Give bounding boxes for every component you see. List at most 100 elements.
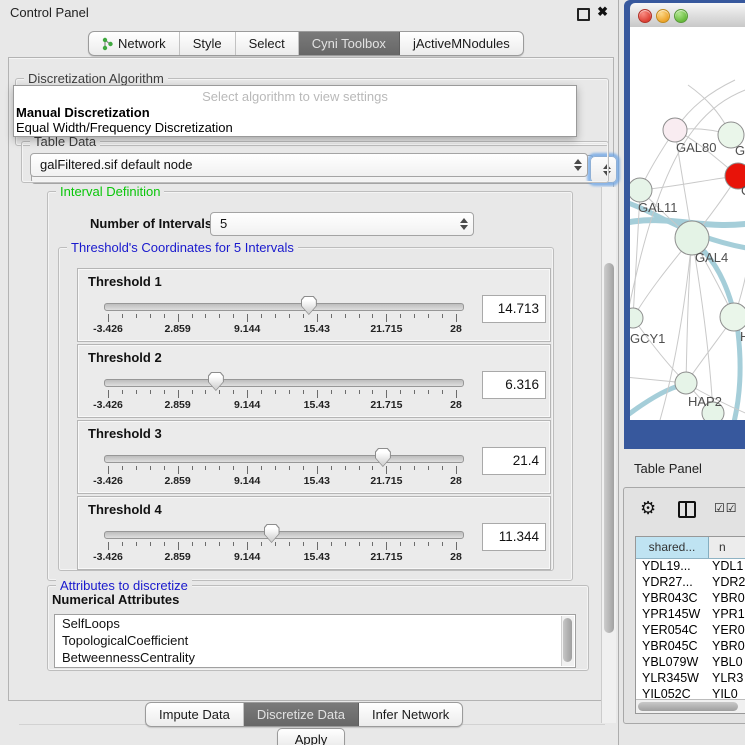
slider-track[interactable] xyxy=(104,531,464,539)
tab-network[interactable]: Network xyxy=(89,32,180,55)
cell-name[interactable]: YDL1 xyxy=(708,559,745,575)
tick-mark xyxy=(442,390,443,394)
tick-mark xyxy=(400,314,401,318)
group-title: Threshold's Coordinates for 5 Intervals xyxy=(67,240,298,255)
network-node[interactable] xyxy=(630,308,643,328)
cell-name[interactable]: YDR2 xyxy=(708,575,745,591)
minimize-traffic-light-icon[interactable] xyxy=(656,9,670,23)
cell-shared-name[interactable]: YBR045C xyxy=(636,639,708,655)
tick-mark xyxy=(289,542,290,546)
tick-mark xyxy=(331,390,332,394)
tick-mark xyxy=(456,466,457,474)
dropdown-hint-item: Select algorithm to view settings xyxy=(14,89,576,104)
table-row[interactable]: YER054CYER0 xyxy=(636,623,745,639)
cell-name[interactable]: YLR3 xyxy=(708,671,745,687)
slider-thumb[interactable] xyxy=(264,524,280,543)
threshold-value[interactable]: 6.316 xyxy=(482,371,546,399)
float-window-icon[interactable] xyxy=(577,8,590,21)
cell-shared-name[interactable]: YBR043C xyxy=(636,591,708,607)
cell-name[interactable]: YER0 xyxy=(708,623,745,639)
tick-mark xyxy=(400,466,401,470)
tick-mark xyxy=(414,314,415,318)
tick-mark xyxy=(345,466,346,470)
tab-select[interactable]: Select xyxy=(236,32,299,55)
tab-discretize-data[interactable]: Discretize Data xyxy=(244,703,359,726)
tick-mark xyxy=(331,466,332,470)
tick-label: 9.144 xyxy=(234,323,260,335)
tick-mark xyxy=(247,542,248,550)
table-row[interactable]: YLR345WYLR3 xyxy=(636,671,745,687)
table-row[interactable]: YBR045CYBR0 xyxy=(636,639,745,655)
table-row[interactable]: YPR145WYPR1 xyxy=(636,607,745,623)
apply-button[interactable]: Apply xyxy=(277,728,345,745)
cell-shared-name[interactable]: YDR27... xyxy=(636,575,708,591)
node-label: GCY1 xyxy=(630,331,665,346)
tick-mark xyxy=(178,466,179,474)
table-row[interactable]: YDR27...YDR2 xyxy=(636,575,745,591)
network-icon xyxy=(102,37,113,51)
cell-name[interactable]: YPR1 xyxy=(708,607,745,623)
slider-track[interactable] xyxy=(104,455,464,463)
column-header-shared-name[interactable]: shared... xyxy=(636,537,709,558)
attribute-item[interactable]: SelfLoops xyxy=(55,615,575,632)
network-node[interactable] xyxy=(630,178,652,202)
column-header-name[interactable]: n xyxy=(709,537,745,558)
cell-shared-name[interactable]: YPR145W xyxy=(636,607,708,623)
tab-jactivemnodules[interactable]: jActiveMNodules xyxy=(400,32,523,55)
tab-style[interactable]: Style xyxy=(180,32,236,55)
network-node[interactable] xyxy=(720,303,745,331)
gear-icon[interactable]: ⚙ xyxy=(640,498,656,519)
network-window-titlebar[interactable] xyxy=(630,3,745,28)
tick-mark xyxy=(108,542,109,550)
settings-scrollbar[interactable] xyxy=(601,187,616,723)
tick-mark xyxy=(136,390,137,394)
cell-name[interactable]: YBR0 xyxy=(708,591,745,607)
tick-mark xyxy=(164,314,165,318)
threshold-value[interactable]: 21.4 xyxy=(482,447,546,475)
cell-shared-name[interactable]: YDL19... xyxy=(636,559,708,575)
attribute-item[interactable]: BetweennessCentrality xyxy=(55,649,575,666)
scrollbar-thumb[interactable] xyxy=(604,263,614,633)
split-columns-icon[interactable] xyxy=(678,501,696,518)
zoom-traffic-light-icon[interactable] xyxy=(674,9,688,23)
dropdown-option-manual[interactable]: Manual Discretization xyxy=(16,105,574,120)
scrollbar-thumb[interactable] xyxy=(563,618,572,662)
number-of-intervals-combobox[interactable]: 5 xyxy=(210,212,474,236)
tick-mark xyxy=(108,314,109,322)
cell-name[interactable]: YBR0 xyxy=(708,639,745,655)
threshold-value[interactable]: 14.713 xyxy=(482,295,546,323)
tab-impute-data[interactable]: Impute Data xyxy=(146,703,244,726)
table-data-combobox[interactable]: galFiltered.sif default node xyxy=(30,153,588,177)
network-node[interactable] xyxy=(663,118,687,142)
table-row[interactable]: YBR043CYBR0 xyxy=(636,591,745,607)
tick-mark xyxy=(150,542,151,546)
threshold-value[interactable]: 11.344 xyxy=(482,523,546,551)
attributes-list-scrollbar[interactable] xyxy=(561,616,574,666)
slider-thumb[interactable] xyxy=(375,448,391,467)
scrollbar-thumb[interactable] xyxy=(638,702,738,711)
slider-thumb[interactable] xyxy=(301,296,317,315)
slider-thumb[interactable] xyxy=(208,372,224,391)
slider-track[interactable] xyxy=(104,303,464,311)
cell-shared-name[interactable]: YLR345W xyxy=(636,671,708,687)
cell-name[interactable]: YBL0 xyxy=(708,655,745,671)
dropdown-option-equal-width[interactable]: Equal Width/Frequency Discretization xyxy=(16,120,574,135)
tab-infer-network[interactable]: Infer Network xyxy=(359,703,462,726)
select-columns-icon[interactable]: ☑☑ xyxy=(714,501,738,515)
tick-mark xyxy=(205,390,206,394)
close-traffic-light-icon[interactable] xyxy=(638,9,652,23)
network-canvas[interactable]: GAL80GACGAL11GAL4GCY1HHAP2 xyxy=(630,27,745,420)
slider-track[interactable] xyxy=(104,379,464,387)
cell-shared-name[interactable]: YBL079W xyxy=(636,655,708,671)
close-icon[interactable]: ✖ xyxy=(597,4,608,20)
tab-cyni-toolbox[interactable]: Cyni Toolbox xyxy=(299,32,400,55)
table-row[interactable]: YBL079WYBL0 xyxy=(636,655,745,671)
numerical-attributes-list[interactable]: SelfLoopsTopologicalCoefficientBetweenne… xyxy=(54,614,576,668)
attribute-item[interactable]: TopologicalCoefficient xyxy=(55,632,575,649)
network-node[interactable] xyxy=(675,372,697,394)
threshold-panel: Threshold 4 -3.4262.8599.14415.4321.7152… xyxy=(77,496,551,570)
table-horizontal-scrollbar[interactable] xyxy=(636,699,745,713)
table-row[interactable]: YDL19...YDL1 xyxy=(636,559,745,575)
node-label: GAL11 xyxy=(638,200,678,215)
cell-shared-name[interactable]: YER054C xyxy=(636,623,708,639)
